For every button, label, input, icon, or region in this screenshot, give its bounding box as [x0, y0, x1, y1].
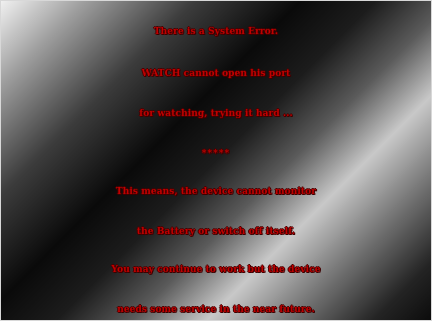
error-message-line-6: the Battery or switch off itself.: [136, 227, 296, 237]
error-message-line-5: This means, the device cannot monitor: [115, 187, 317, 197]
separator-stars: *****: [201, 149, 231, 159]
error-message-line-2: WATCH cannot open his port: [141, 69, 291, 79]
error-title-line: There is a System Error.: [153, 27, 279, 37]
system-error-panel: There is a System Error. WATCH cannot op…: [0, 0, 432, 321]
error-message-line-8: needs some service in the near future.: [117, 305, 315, 315]
error-message-line-7: You may continue to work but the device: [111, 265, 321, 275]
error-message-line-3: for watching, trying it hard ...: [139, 109, 293, 119]
